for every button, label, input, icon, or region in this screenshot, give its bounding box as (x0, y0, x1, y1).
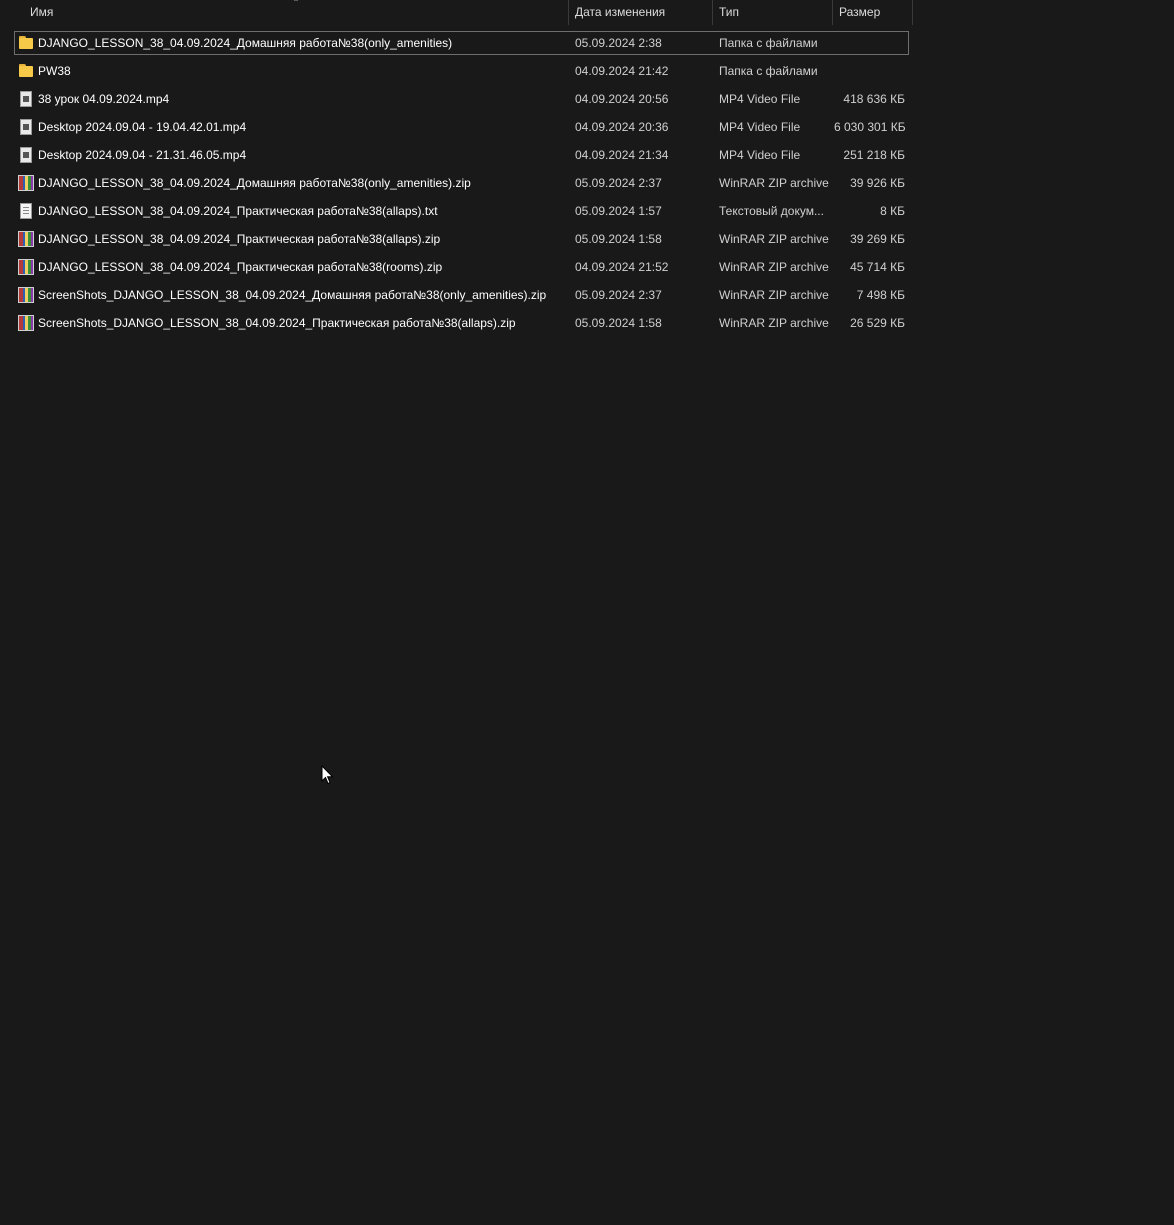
file-type: WinRAR ZIP archive (719, 288, 829, 302)
column-header-name[interactable]: Имя (30, 0, 565, 25)
file-row[interactable]: PW38 04.09.2024 21:42 Папка с файлами (14, 59, 909, 87)
file-size: 39 269 КБ (850, 232, 905, 246)
file-date: 05.09.2024 2:37 (575, 176, 662, 190)
file-type: Папка с файлами (719, 64, 818, 78)
file-type: Папка с файлами (719, 36, 818, 50)
file-size: 39 926 КБ (850, 176, 905, 190)
video-file-icon (20, 147, 32, 163)
file-size: 8 КБ (880, 204, 905, 218)
file-size: 45 714 КБ (850, 260, 905, 274)
file-date: 05.09.2024 1:57 (575, 204, 662, 218)
file-row[interactable]: DJANGO_LESSON_38_04.09.2024_Практическая… (14, 255, 909, 283)
text-file-icon (20, 203, 32, 219)
file-row[interactable]: DJANGO_LESSON_38_04.09.2024_Практическая… (14, 199, 909, 227)
file-date: 05.09.2024 1:58 (575, 232, 662, 246)
file-list: DJANGO_LESSON_38_04.09.2024_Домашняя раб… (14, 31, 909, 339)
file-name: DJANGO_LESSON_38_04.09.2024_Практическая… (38, 204, 438, 218)
file-row[interactable]: ScreenShots_DJANGO_LESSON_38_04.09.2024_… (14, 311, 909, 339)
file-size: 418 636 КБ (843, 92, 905, 106)
winrar-archive-icon (18, 231, 34, 247)
file-size: 26 529 КБ (850, 316, 905, 330)
file-row[interactable]: DJANGO_LESSON_38_04.09.2024_Домашняя раб… (14, 171, 909, 199)
file-date: 05.09.2024 2:38 (575, 36, 662, 50)
file-date: 05.09.2024 2:37 (575, 288, 662, 302)
mouse-cursor-icon (321, 765, 334, 785)
video-file-icon (20, 119, 32, 135)
winrar-archive-icon (18, 259, 34, 275)
file-type: MP4 Video File (719, 92, 801, 106)
file-row[interactable]: Desktop 2024.09.04 - 21.31.46.05.mp4 04.… (14, 143, 909, 171)
file-size: 251 218 КБ (843, 148, 905, 162)
video-file-icon (20, 91, 32, 107)
file-row[interactable]: 38 урок 04.09.2024.mp4 04.09.2024 20:56 … (14, 87, 909, 115)
file-type: WinRAR ZIP archive (719, 316, 829, 330)
file-type: WinRAR ZIP archive (719, 232, 829, 246)
column-resize-handle[interactable] (712, 0, 713, 25)
file-name: DJANGO_LESSON_38_04.09.2024_Домашняя раб… (38, 176, 471, 190)
file-date: 04.09.2024 21:34 (575, 148, 669, 162)
file-name: DJANGO_LESSON_38_04.09.2024_Практическая… (38, 232, 441, 246)
file-name: ScreenShots_DJANGO_LESSON_38_04.09.2024_… (38, 288, 547, 302)
file-row[interactable]: Desktop 2024.09.04 - 19.04.42.01.mp4 04.… (14, 115, 909, 143)
winrar-archive-icon (18, 315, 34, 331)
file-size: 7 498 КБ (856, 288, 905, 302)
file-type: WinRAR ZIP archive (719, 260, 829, 274)
column-header-type[interactable]: Тип (719, 0, 829, 25)
column-resize-handle[interactable] (568, 0, 569, 25)
file-size (834, 31, 905, 55)
file-type: WinRAR ZIP archive (719, 176, 829, 190)
file-name: 38 урок 04.09.2024.mp4 (38, 92, 170, 106)
file-row[interactable]: ScreenShots_DJANGO_LESSON_38_04.09.2024_… (14, 283, 909, 311)
file-date: 04.09.2024 20:56 (575, 92, 669, 106)
file-type: MP4 Video File (719, 148, 801, 162)
file-name: PW38 (38, 64, 71, 78)
file-name: ScreenShots_DJANGO_LESSON_38_04.09.2024_… (38, 316, 516, 330)
file-date: 04.09.2024 21:52 (575, 260, 669, 274)
file-row[interactable]: DJANGO_LESSON_38_04.09.2024_Практическая… (14, 227, 909, 255)
file-name: DJANGO_LESSON_38_04.09.2024_Практическая… (38, 260, 443, 274)
file-date: 04.09.2024 21:42 (575, 64, 669, 78)
file-row[interactable]: DJANGO_LESSON_38_04.09.2024_Домашняя раб… (14, 31, 909, 55)
file-date: 04.09.2024 20:36 (575, 120, 669, 134)
column-header-size[interactable]: Размер (839, 0, 909, 25)
file-name: Desktop 2024.09.04 - 21.31.46.05.mp4 (38, 148, 247, 162)
column-header-bar: ⌃ Имя Дата изменения Тип Размер (0, 0, 913, 25)
file-size (834, 59, 905, 83)
column-resize-handle[interactable] (832, 0, 833, 25)
file-name: Desktop 2024.09.04 - 19.04.42.01.mp4 (38, 120, 247, 134)
file-name: DJANGO_LESSON_38_04.09.2024_Домашняя раб… (38, 36, 453, 50)
column-resize-handle[interactable] (912, 0, 913, 25)
file-type: Текстовый докум... (719, 204, 824, 218)
file-date: 05.09.2024 1:58 (575, 316, 662, 330)
winrar-archive-icon (18, 175, 34, 191)
file-size: 6 030 301 КБ (834, 120, 905, 134)
column-header-date[interactable]: Дата изменения (575, 0, 710, 25)
file-type: MP4 Video File (719, 120, 801, 134)
winrar-archive-icon (18, 287, 34, 303)
